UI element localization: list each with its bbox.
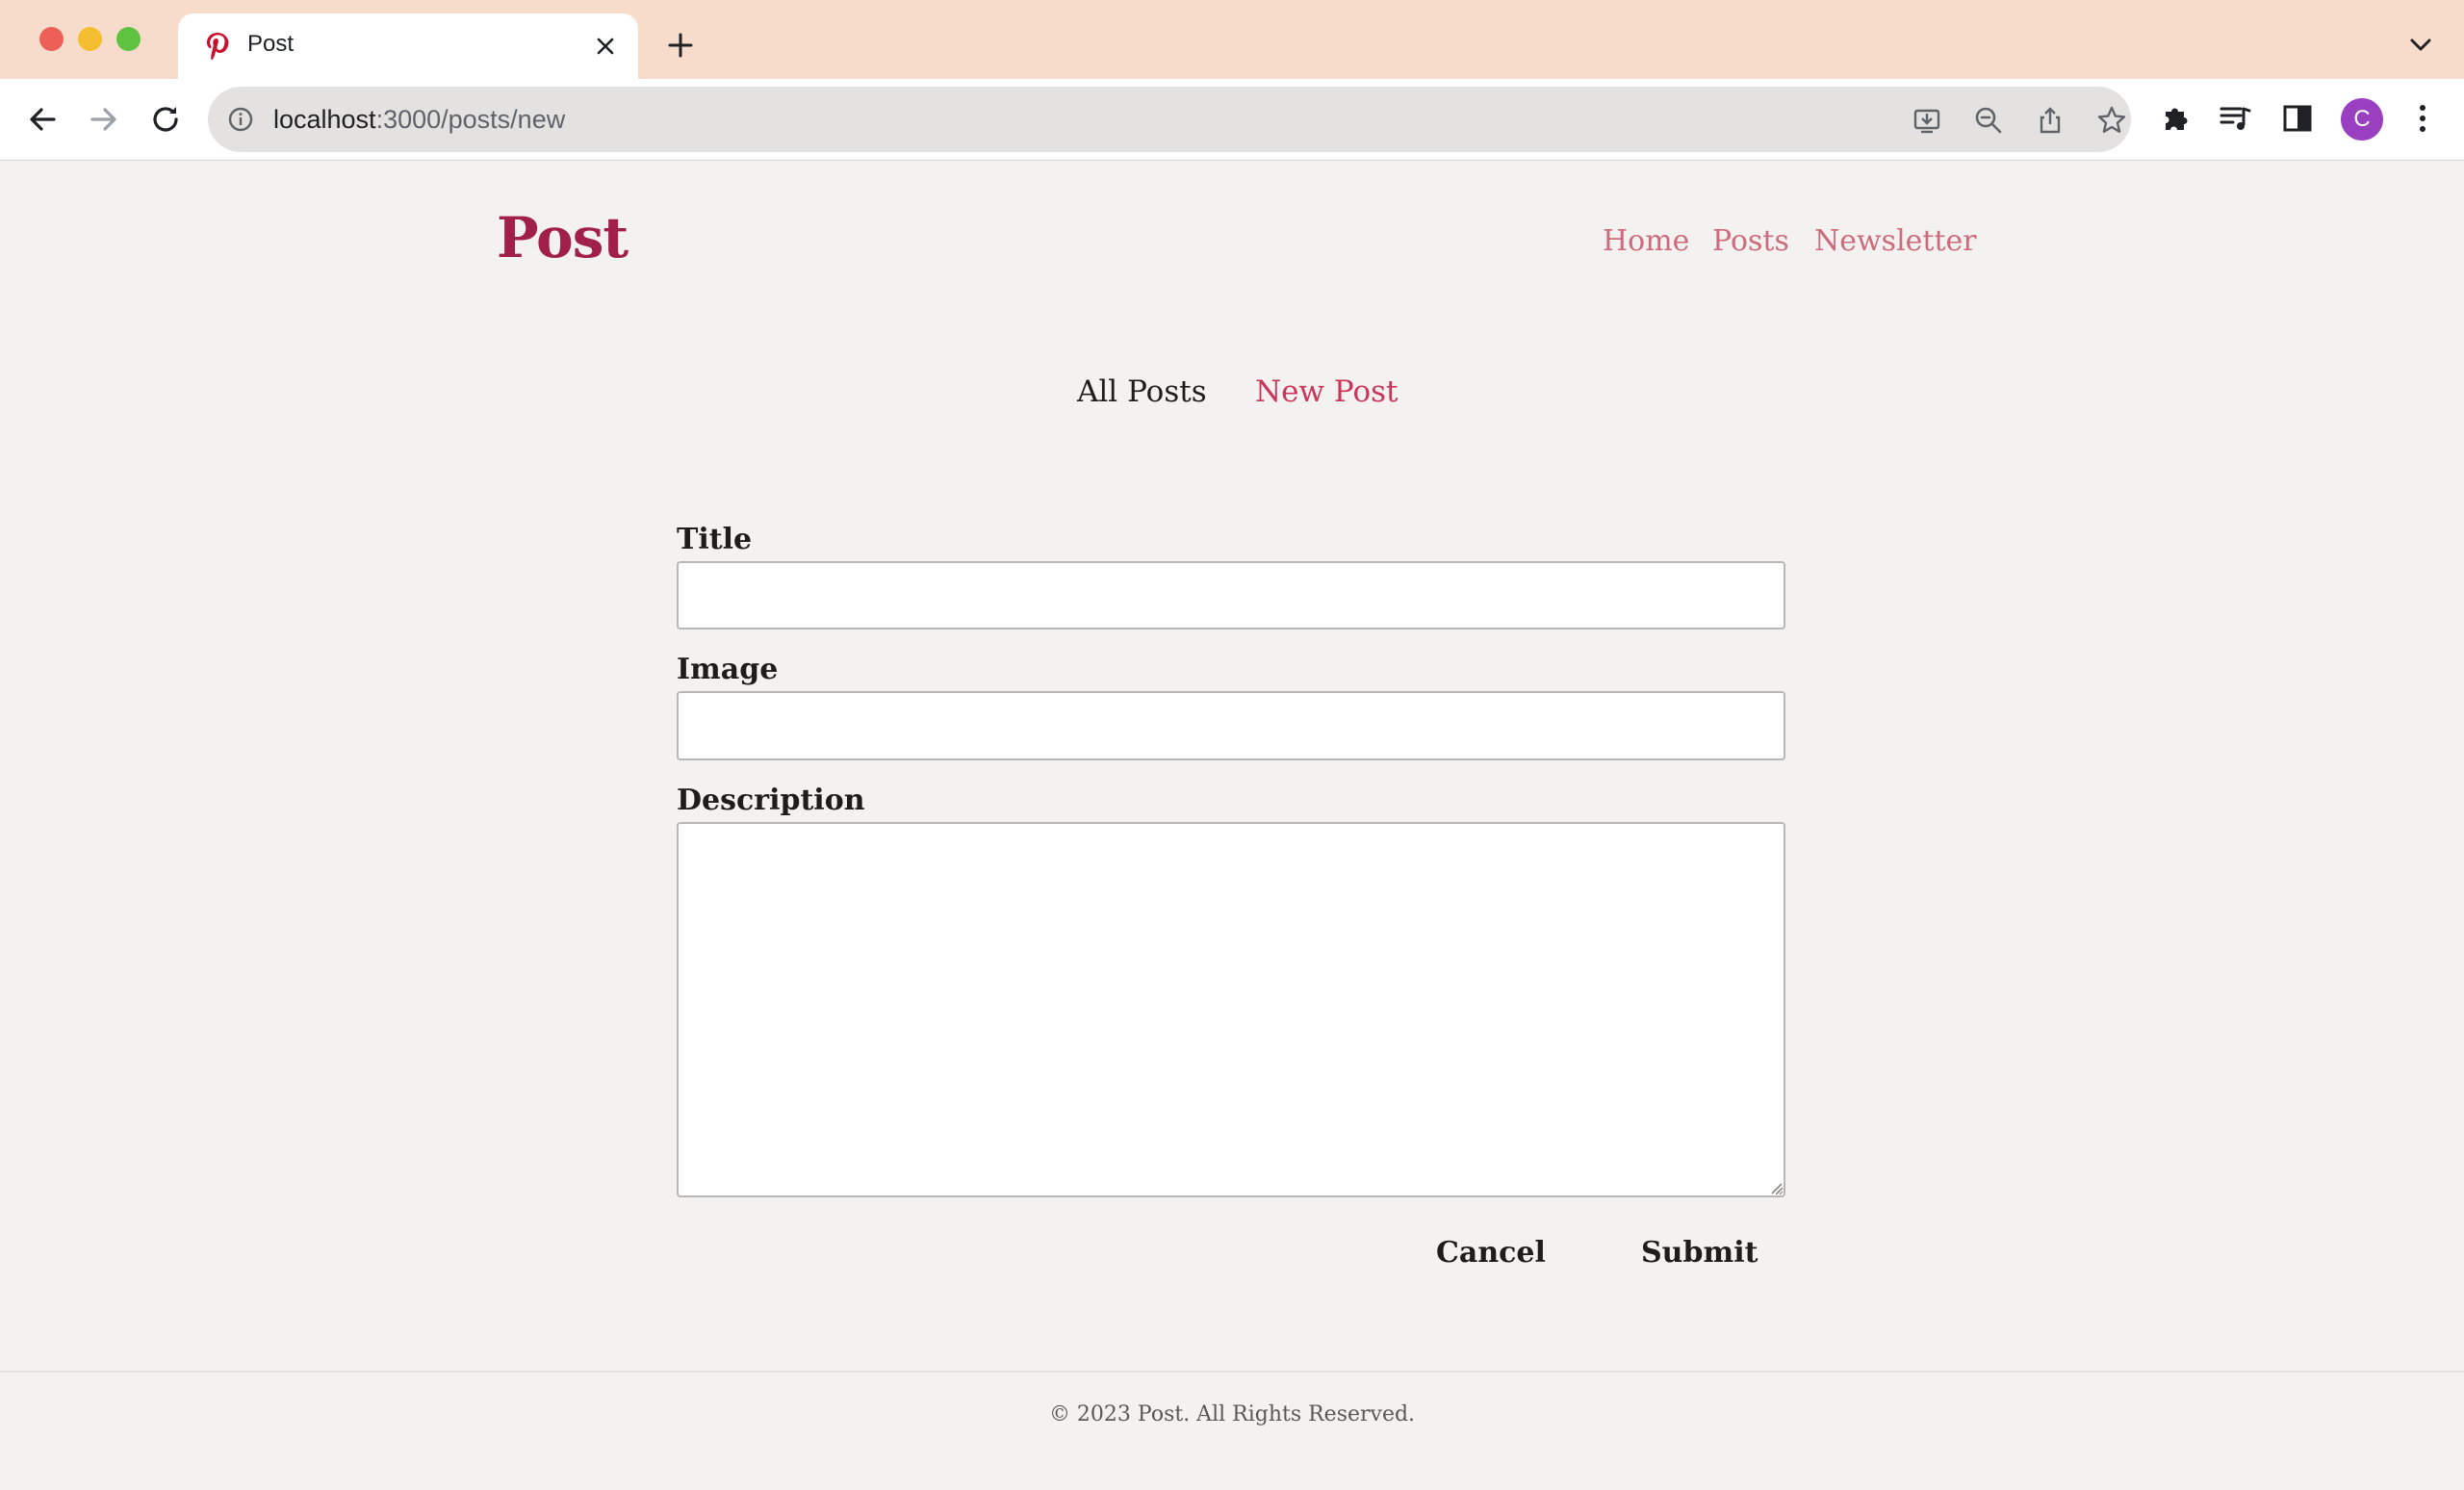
url-host: localhost: [273, 105, 376, 134]
bookmark-star-icon[interactable]: [2096, 105, 2127, 136]
media-controls-icon[interactable]: [2218, 100, 2254, 137]
nav-link-newsletter[interactable]: Newsletter: [1814, 224, 1977, 258]
url-path: :3000/posts/new: [375, 105, 566, 134]
install-app-icon[interactable]: [1912, 105, 1942, 136]
close-tab-icon[interactable]: [594, 35, 617, 58]
browser-toolbar: localhost:3000/posts/new C: [0, 79, 2464, 161]
tab-new-post[interactable]: New Post: [1255, 374, 1399, 409]
title-label: Title: [677, 523, 753, 556]
site-info-icon[interactable]: [227, 106, 254, 133]
side-panel-icon[interactable]: [2279, 100, 2316, 137]
forward-arrow-icon[interactable]: [85, 100, 123, 139]
chevron-down-icon[interactable]: [2406, 35, 2435, 56]
close-window-button[interactable]: [39, 27, 64, 51]
profile-avatar[interactable]: C: [2341, 98, 2383, 141]
title-input[interactable]: [677, 561, 1785, 629]
page-body: Post Home Posts Newsletter All Posts New…: [0, 161, 2464, 1490]
cancel-button[interactable]: Cancel: [1436, 1236, 1546, 1270]
footer-divider: [0, 1371, 2464, 1373]
browser-tab-active[interactable]: Post: [178, 13, 638, 79]
resize-grip-icon[interactable]: [1769, 1181, 1783, 1195]
minimize-window-button[interactable]: [78, 27, 102, 51]
nav-link-home[interactable]: Home: [1603, 224, 1689, 258]
nav-link-posts[interactable]: Posts: [1712, 224, 1789, 258]
share-icon[interactable]: [2035, 105, 2066, 136]
browser-tab-bar: Post: [0, 0, 2464, 79]
tab-title: Post: [247, 31, 295, 57]
tab-all-posts[interactable]: All Posts: [1077, 374, 1207, 409]
extensions-puzzle-icon[interactable]: [2158, 100, 2194, 137]
image-input[interactable]: [677, 691, 1785, 760]
footer-copyright: © 2023 Post. All Rights Reserved.: [1048, 1402, 1416, 1426]
description-label: Description: [677, 784, 865, 817]
back-arrow-icon[interactable]: [23, 100, 62, 139]
more-menu-icon[interactable]: [2404, 100, 2441, 137]
pinterest-icon: [207, 33, 229, 60]
description-textarea[interactable]: [677, 822, 1785, 1197]
reload-icon[interactable]: [146, 100, 185, 139]
url-text[interactable]: localhost:3000/posts/new: [273, 105, 565, 135]
address-bar[interactable]: localhost:3000/posts/new: [208, 87, 2131, 152]
site-logo[interactable]: Post: [497, 205, 629, 270]
maximize-window-button[interactable]: [116, 27, 141, 51]
new-tab-icon[interactable]: [666, 31, 695, 60]
submit-button[interactable]: Submit: [1641, 1236, 1758, 1270]
image-label: Image: [677, 653, 779, 686]
zoom-out-icon[interactable]: [1973, 105, 2004, 136]
